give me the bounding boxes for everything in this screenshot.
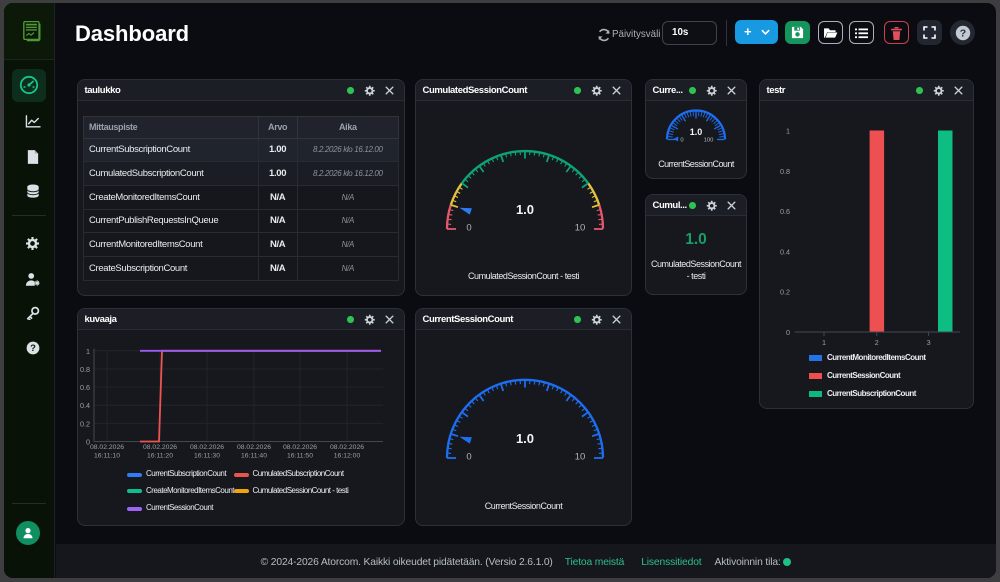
- svg-text:3: 3: [927, 338, 931, 347]
- svg-text:08.02.2026: 08.02.2026: [283, 444, 317, 451]
- svg-text:10: 10: [575, 452, 586, 463]
- svg-text:16:11:40: 16:11:40: [241, 453, 267, 460]
- svg-text:?: ?: [959, 27, 965, 39]
- svg-text:16:11:30: 16:11:30: [194, 453, 220, 460]
- svg-text:100: 100: [704, 138, 714, 144]
- svg-text:0.4: 0.4: [780, 247, 790, 256]
- svg-text:1.0: 1.0: [690, 127, 703, 137]
- svg-text:08.02.2026: 08.02.2026: [90, 444, 124, 451]
- svg-text:1: 1: [786, 127, 790, 136]
- svg-text:0.6: 0.6: [780, 207, 790, 216]
- svg-text:08.02.2026: 08.02.2026: [143, 444, 177, 451]
- svg-text:0.8: 0.8: [780, 167, 790, 176]
- svg-text:08.02.2026: 08.02.2026: [330, 444, 364, 451]
- svg-text:0: 0: [466, 452, 471, 463]
- svg-text:0: 0: [680, 138, 683, 144]
- svg-text:0.4: 0.4: [80, 401, 90, 410]
- svg-text:1: 1: [822, 338, 826, 347]
- svg-text:1.0: 1.0: [516, 431, 534, 446]
- svg-text:2: 2: [875, 338, 879, 347]
- svg-text:?: ?: [30, 343, 36, 353]
- svg-text:08.02.2026: 08.02.2026: [237, 444, 271, 451]
- svg-text:1: 1: [86, 347, 90, 356]
- svg-text:16:11:20: 16:11:20: [147, 453, 173, 460]
- svg-text:0: 0: [786, 328, 790, 337]
- svg-text:10: 10: [575, 223, 586, 234]
- svg-text:0.2: 0.2: [780, 288, 790, 297]
- svg-text:16:11:10: 16:11:10: [94, 453, 120, 460]
- svg-text:16:11:50: 16:11:50: [287, 453, 313, 460]
- svg-text:0.2: 0.2: [80, 419, 90, 428]
- svg-text:1.0: 1.0: [516, 202, 534, 217]
- svg-text:0.8: 0.8: [80, 365, 90, 374]
- svg-text:08.02.2026: 08.02.2026: [190, 444, 224, 451]
- svg-text:0.6: 0.6: [80, 383, 90, 392]
- svg-text:16:12:00: 16:12:00: [334, 453, 361, 460]
- svg-text:0: 0: [466, 223, 471, 234]
